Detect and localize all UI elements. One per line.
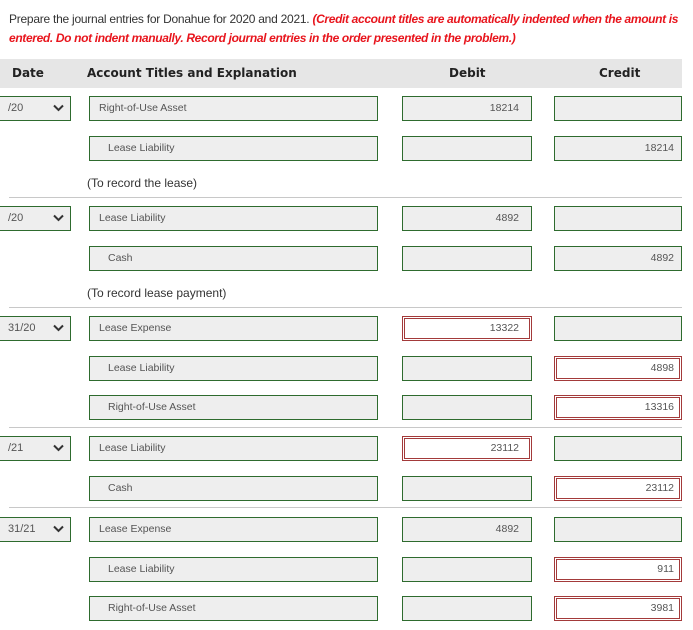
debit-input[interactable] (402, 356, 532, 381)
entry-divider (9, 427, 682, 428)
entry-divider (9, 197, 682, 198)
header-credit: Credit (599, 66, 641, 80)
account-title-input[interactable]: Lease Expense (89, 316, 378, 341)
credit-input[interactable] (554, 316, 682, 341)
date-select[interactable]: /20 (0, 96, 71, 121)
debit-input[interactable]: 13322 (402, 316, 532, 341)
credit-input[interactable]: 4892 (554, 246, 682, 271)
debit-input[interactable]: 23112 (402, 436, 532, 461)
account-title-input[interactable]: Lease Liability (89, 136, 378, 161)
credit-input[interactable] (554, 436, 682, 461)
account-title-input[interactable]: Cash (89, 476, 378, 501)
header-debit: Debit (449, 66, 486, 80)
debit-input[interactable] (402, 395, 532, 420)
credit-input[interactable] (554, 517, 682, 542)
account-title-input[interactable]: Lease Liability (89, 436, 378, 461)
debit-input[interactable]: 18214 (402, 96, 532, 121)
date-select[interactable]: /21 (0, 436, 71, 461)
debit-input[interactable] (402, 557, 532, 582)
date-select[interactable]: /20 (0, 206, 71, 231)
chevron-down-icon (53, 207, 64, 230)
debit-input[interactable] (402, 476, 532, 501)
chevron-down-icon (53, 317, 64, 340)
chevron-down-icon (53, 437, 64, 460)
account-title-input[interactable]: Right-of-Use Asset (89, 596, 378, 621)
credit-input[interactable]: 23112 (554, 476, 682, 501)
date-select[interactable]: 31/20 (0, 316, 71, 341)
account-title-input[interactable]: Lease Liability (89, 206, 378, 231)
date-value: /21 (8, 442, 24, 454)
header-account: Account Titles and Explanation (87, 66, 297, 80)
credit-input[interactable] (554, 206, 682, 231)
debit-input[interactable]: 4892 (402, 517, 532, 542)
credit-input[interactable]: 911 (554, 557, 682, 582)
date-select[interactable]: 31/21 (0, 517, 71, 542)
chevron-down-icon (53, 518, 64, 541)
account-title-input[interactable]: Lease Liability (89, 356, 378, 381)
credit-input[interactable] (554, 96, 682, 121)
entry-explanation: (To record the lease) (87, 176, 198, 190)
instructions: Prepare the journal entries for Donahue … (9, 10, 689, 48)
date-value: 31/21 (8, 523, 36, 535)
credit-input[interactable]: 4898 (554, 356, 682, 381)
chevron-down-icon (53, 97, 64, 120)
debit-input[interactable]: 4892 (402, 206, 532, 231)
date-value: /20 (8, 102, 24, 114)
account-title-input[interactable]: Lease Liability (89, 557, 378, 582)
credit-input[interactable]: 3981 (554, 596, 682, 621)
date-value: /20 (8, 212, 24, 224)
credit-input[interactable]: 13316 (554, 395, 682, 420)
header-date: Date (12, 66, 44, 80)
entry-explanation: (To record lease payment) (87, 286, 227, 300)
account-title-input[interactable]: Right-of-Use Asset (89, 96, 378, 121)
account-title-input[interactable]: Right-of-Use Asset (89, 395, 378, 420)
credit-input[interactable]: 18214 (554, 136, 682, 161)
journal-header: Date Account Titles and Explanation Debi… (0, 59, 682, 88)
account-title-input[interactable]: Cash (89, 246, 378, 271)
instructions-text: Prepare the journal entries for Donahue … (9, 12, 313, 26)
entry-divider (9, 307, 682, 308)
entry-divider (9, 507, 682, 508)
debit-input[interactable] (402, 246, 532, 271)
account-title-input[interactable]: Lease Expense (89, 517, 378, 542)
debit-input[interactable] (402, 136, 532, 161)
debit-input[interactable] (402, 596, 532, 621)
date-value: 31/20 (8, 322, 36, 334)
